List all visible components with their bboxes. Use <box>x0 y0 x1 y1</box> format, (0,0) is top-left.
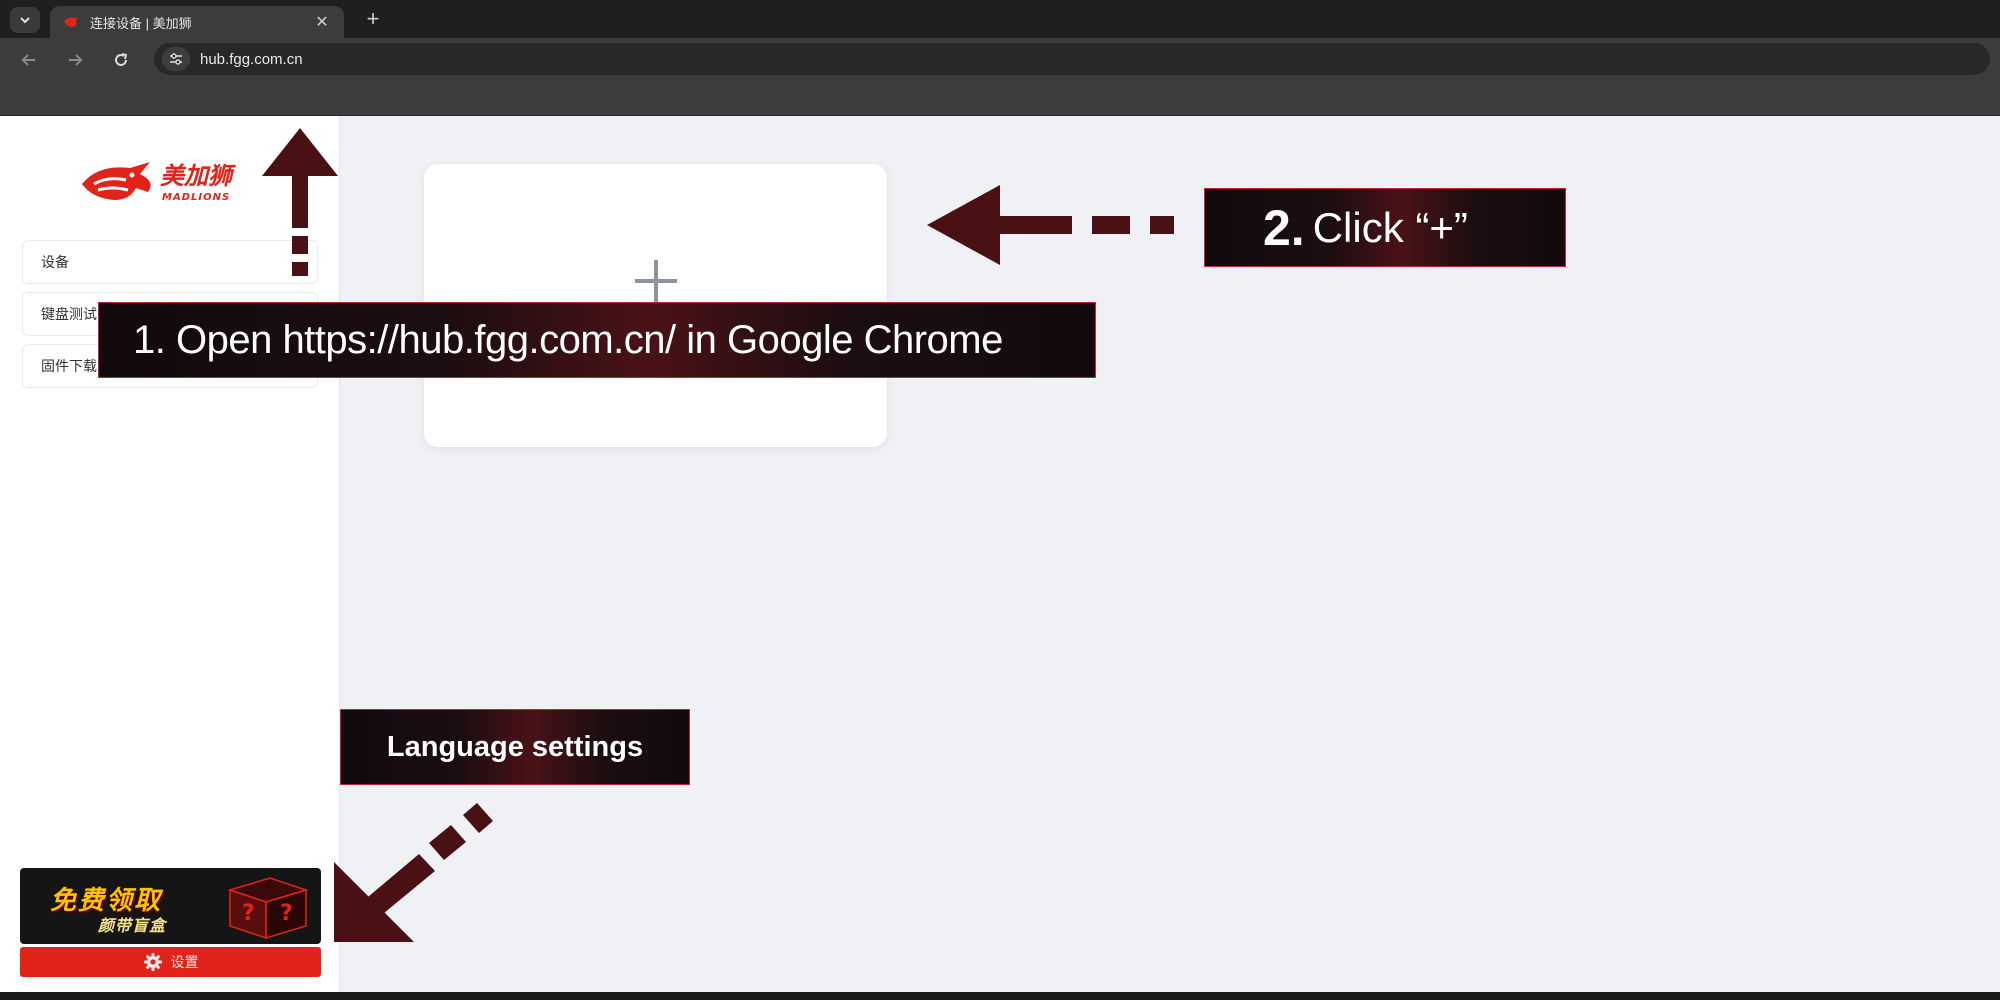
step-2-text: Click “+” <box>1312 203 1468 251</box>
mystery-box-icon: ? ? <box>227 877 309 940</box>
bookmarks-bar <box>0 80 2000 116</box>
step-1-text: 1. Open https://hub.fgg.com.cn/ in Googl… <box>133 317 1003 362</box>
language-settings-callout: Language settings <box>340 709 690 785</box>
gear-icon <box>143 953 162 971</box>
sidebar-item-label: 固件下载 <box>41 358 97 374</box>
reload-icon <box>115 53 128 66</box>
step-2-number: 2. <box>1263 199 1305 256</box>
sidebar: 美加狮 MADLIONS 设备 键盘测试 固件下载 <box>0 116 340 992</box>
svg-text:?: ? <box>280 901 293 926</box>
promo-subline: 颜带盲盒 <box>98 918 167 935</box>
settings-button[interactable]: 设置 <box>20 947 321 977</box>
logo-brand-cn: 美加狮 <box>160 162 237 190</box>
madlions-favicon-icon <box>62 13 80 31</box>
step-2-callout: 2. Click “+” <box>1204 188 1566 267</box>
forward-button[interactable] <box>62 47 88 73</box>
language-settings-text: Language settings <box>386 730 644 763</box>
tab-search-button[interactable] <box>10 7 40 33</box>
madlions-logo[interactable]: 美加狮 MADLIONS <box>78 158 263 206</box>
reload-button[interactable] <box>108 47 134 73</box>
back-button[interactable] <box>16 47 42 73</box>
new-tab-button[interactable]: + <box>360 6 386 32</box>
arrow-right-icon <box>69 54 83 66</box>
page-viewport: 美加狮 MADLIONS 设备 键盘测试 固件下载 免费领取 颜带盲盒 ? ? <box>0 116 2000 992</box>
svg-text:?: ? <box>242 901 255 926</box>
arrow-left-icon <box>21 54 35 66</box>
url-text: hub.fgg.com.cn <box>200 50 303 68</box>
sidebar-item-devices[interactable]: 设备 <box>22 240 318 284</box>
browser-tabstrip: 连接设备 | 美加狮 ✕ + <box>0 0 2000 38</box>
plus-icon <box>634 259 677 302</box>
step-1-callout: 1. Open https://hub.fgg.com.cn/ in Googl… <box>98 302 1096 378</box>
sidebar-item-label: 设备 <box>41 254 69 270</box>
browser-toolbar: hub.fgg.com.cn <box>0 38 2000 80</box>
sidebar-item-label: 键盘测试 <box>41 306 97 322</box>
logo-brand-en: MADLIONS <box>162 192 230 203</box>
browser-tab[interactable]: 连接设备 | 美加狮 ✕ <box>50 6 344 38</box>
bottom-edge <box>0 992 2000 1000</box>
promo-banner[interactable]: 免费领取 颜带盲盒 ? ? <box>20 868 321 944</box>
chevron-down-icon <box>20 17 30 24</box>
site-info-icon[interactable] <box>162 47 190 71</box>
address-bar[interactable]: hub.fgg.com.cn <box>154 43 1990 75</box>
tab-title: 连接设备 | 美加狮 <box>90 15 192 31</box>
settings-button-label: 设置 <box>170 954 199 970</box>
close-tab-icon[interactable]: ✕ <box>312 12 332 32</box>
